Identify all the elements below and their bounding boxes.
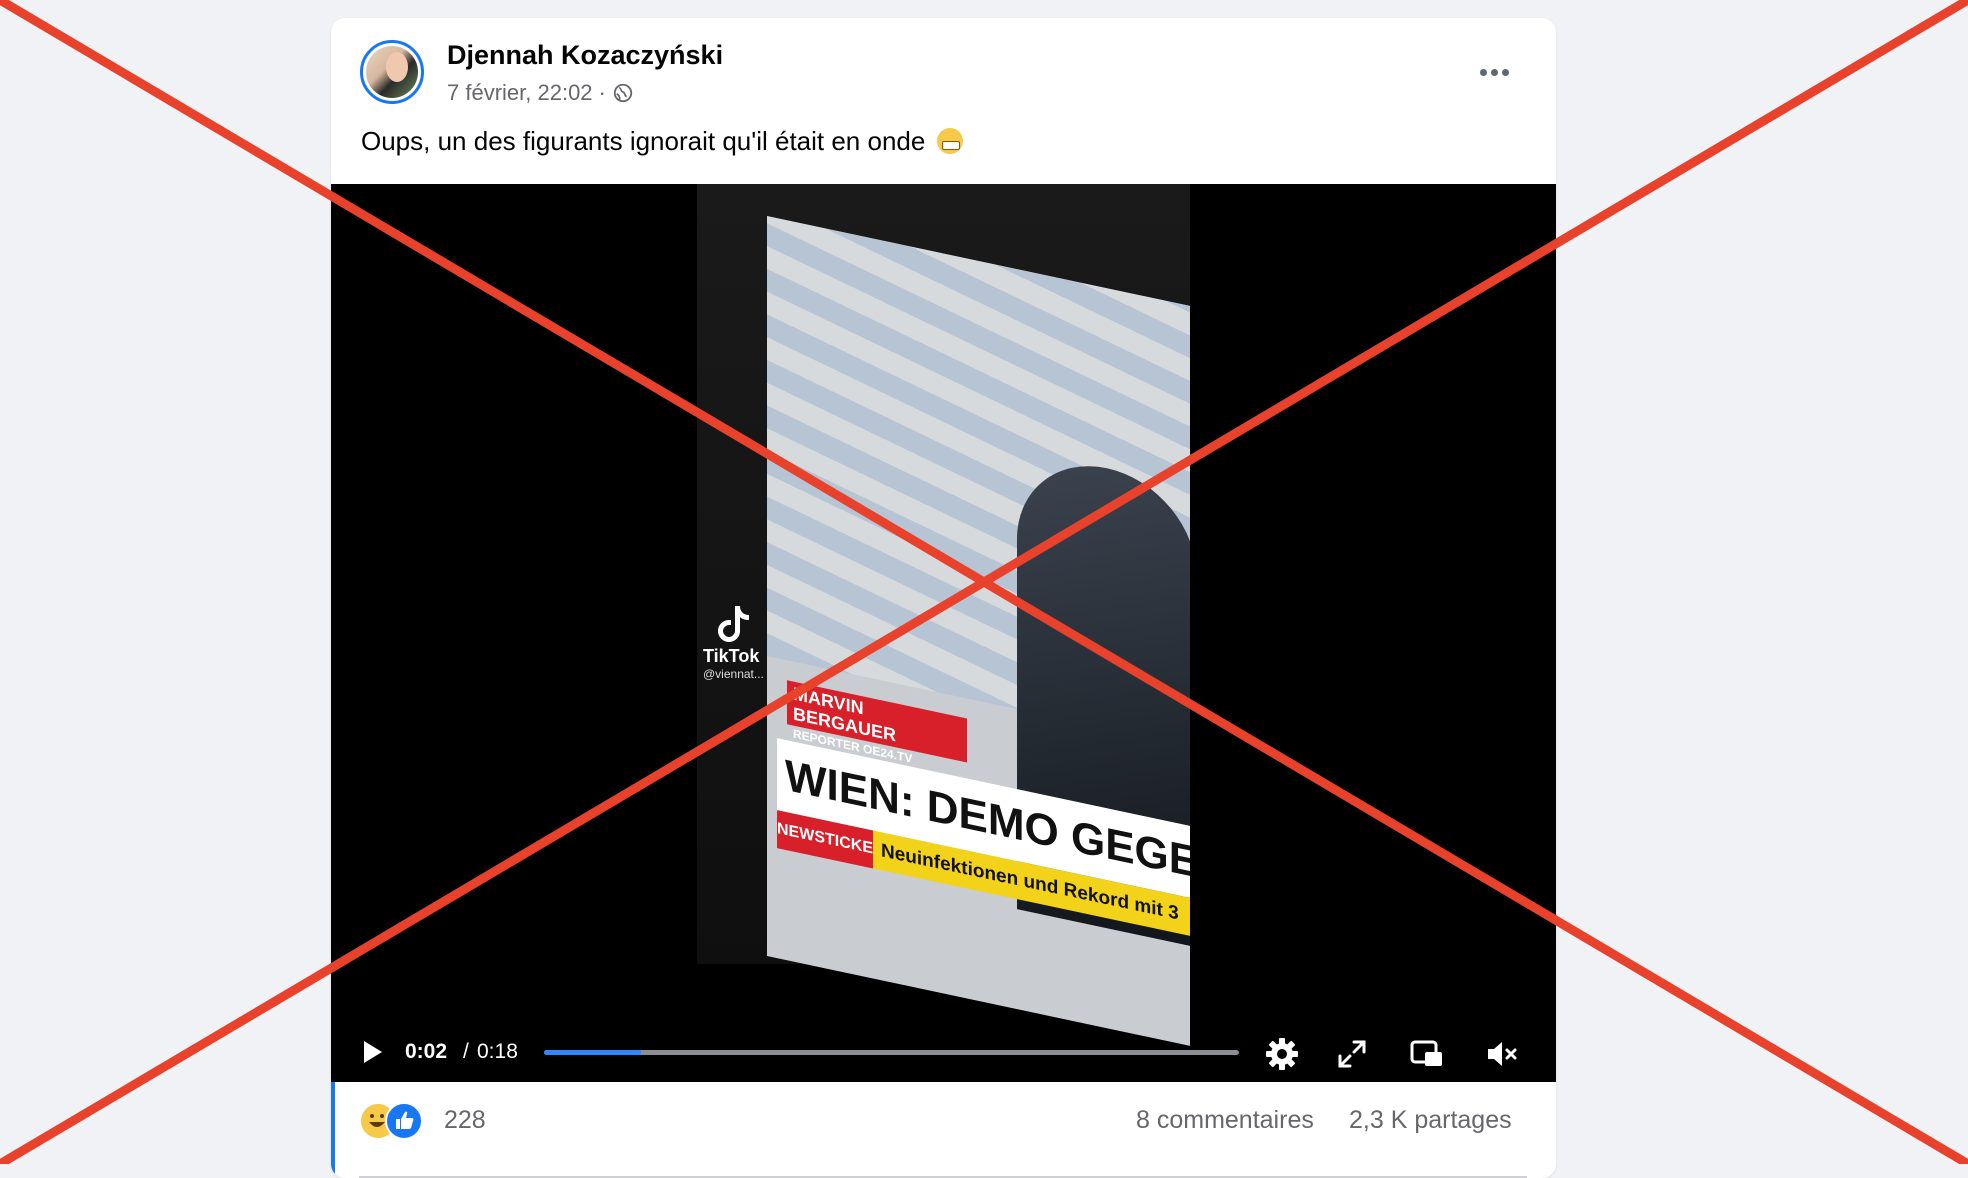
- picture-in-picture-icon[interactable]: [1409, 1036, 1445, 1072]
- volume-muted-icon[interactable]: [1484, 1036, 1520, 1072]
- tv-screen-image: MARVIN BERGAUER REPORTER OE24.TV WIEN: D…: [767, 216, 1190, 1046]
- avatar-image: [366, 46, 418, 98]
- avatar[interactable]: [360, 40, 424, 104]
- fullscreen-icon[interactable]: [1334, 1036, 1370, 1072]
- post-date[interactable]: 7 février, 22:02: [447, 80, 593, 106]
- video-player[interactable]: MARVIN BERGAUER REPORTER OE24.TV WIEN: D…: [331, 184, 1556, 1082]
- post-meta: 7 février, 22:02 ·: [447, 80, 634, 106]
- shares-count[interactable]: 2,3 K partages: [1349, 1106, 1512, 1135]
- tiktok-logo-icon: [718, 606, 749, 642]
- progress-bar[interactable]: [544, 1050, 1239, 1055]
- reaction-count[interactable]: 228: [444, 1106, 486, 1135]
- video-controls: 0:02 / 0:18: [331, 1030, 1556, 1074]
- post-text: Oups, un des figurants ignorait qu'il ét…: [361, 126, 963, 157]
- more-options-icon[interactable]: [1474, 60, 1514, 84]
- post-text-content: Oups, un des figurants ignorait qu'il ét…: [361, 126, 926, 156]
- time-total: 0:18: [477, 1040, 518, 1063]
- globe-icon[interactable]: [612, 82, 634, 104]
- reaction-icons[interactable]: [359, 1102, 429, 1142]
- like-reaction-icon: [385, 1102, 423, 1140]
- meta-separator: ·: [598, 80, 606, 105]
- progress-fill: [544, 1050, 642, 1055]
- settings-gear-icon[interactable]: [1264, 1036, 1300, 1072]
- tiktok-handle: @viennat...: [703, 667, 764, 681]
- tiktok-watermark: TikTok @viennat...: [703, 604, 764, 681]
- author-name[interactable]: Djennah Kozaczyński: [447, 40, 723, 71]
- facebook-post: Djennah Kozaczyński 7 février, 22:02 · O…: [331, 18, 1556, 1178]
- grimacing-face-icon: [936, 128, 963, 154]
- time-current: 0:02: [405, 1040, 448, 1063]
- tiktok-label: TikTok: [703, 646, 760, 666]
- play-icon[interactable]: [358, 1038, 386, 1066]
- comments-count[interactable]: 8 commentaires: [1136, 1106, 1314, 1135]
- time-separator: /: [463, 1040, 469, 1063]
